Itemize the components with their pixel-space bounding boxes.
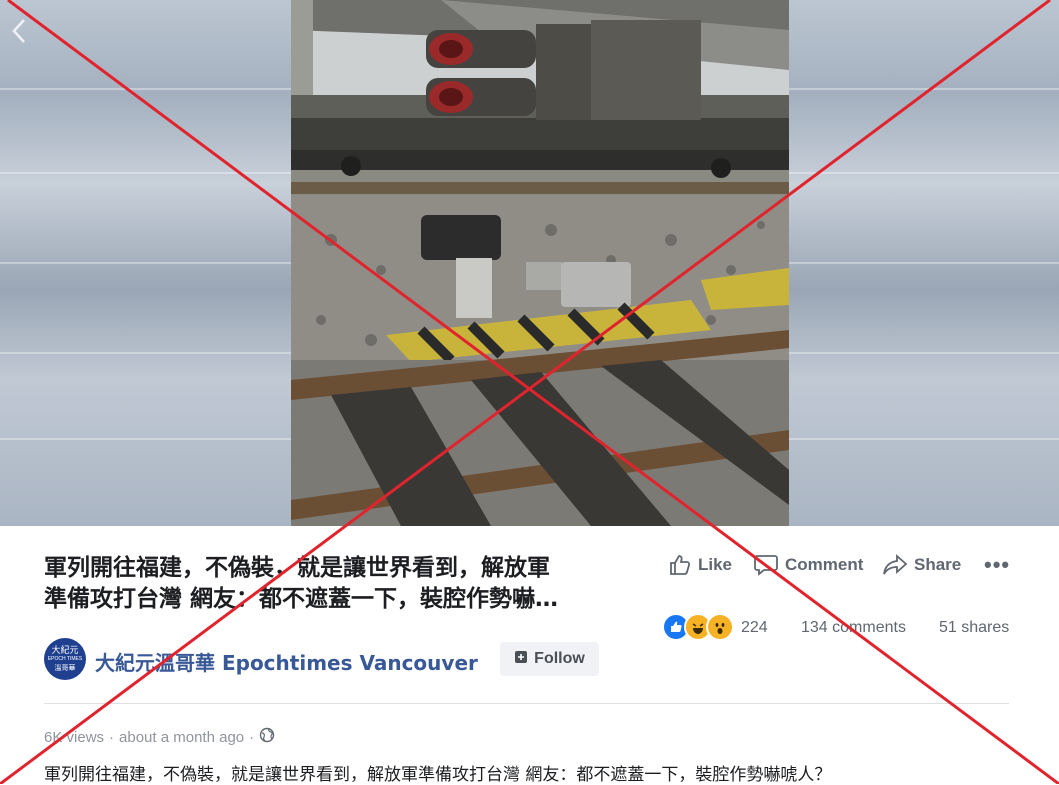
globe-icon	[259, 727, 275, 747]
meta-separator: ·	[249, 728, 255, 746]
meta-separator: ·	[109, 728, 115, 746]
like-label: Like	[698, 555, 733, 574]
avatar[interactable]: 大紀元 EPOCH TIMES 溫哥華	[44, 638, 86, 680]
page-name-link[interactable]: 大紀元溫哥華 Epochtimes Vancouver	[95, 647, 478, 676]
divider	[44, 703, 1009, 704]
speech-bubble-icon	[753, 553, 779, 577]
more-dots-icon: •••	[984, 552, 1011, 577]
video-title-line2: 準備攻打台灣 網友：都不遮蓋一下，裝腔作勢嚇…	[44, 586, 559, 612]
post-description: 軍列開往福建，不偽裝，就是讓世界看到，解放軍準備攻打台灣 網友：都不遮蓋一下，裝…	[44, 765, 832, 785]
video-title-line1: 軍列開往福建，不偽裝，就是讓世界看到，解放軍	[44, 555, 550, 581]
share-arrow-icon	[882, 553, 908, 577]
thumbs-up-icon	[668, 553, 692, 577]
comment-label: Comment	[785, 555, 864, 574]
wow-reaction-icon	[706, 613, 734, 641]
video-player[interactable]	[0, 0, 1059, 526]
avatar-text-mid: EPOCH TIMES	[47, 655, 83, 662]
follow-plus-icon	[514, 650, 528, 669]
follow-button[interactable]: Follow	[500, 642, 599, 676]
views-count: 6K views	[44, 728, 105, 746]
more-options-button[interactable]: •••	[984, 552, 1010, 578]
video-title: 軍列開往福建，不偽裝，就是讓世界看到，解放軍 準備攻打台灣 網友：都不遮蓋一下，…	[44, 553, 654, 615]
share-label: Share	[914, 555, 962, 574]
post-time[interactable]: about a month ago	[119, 729, 244, 746]
follow-label: Follow	[534, 650, 585, 667]
video-frame[interactable]	[291, 0, 789, 526]
chevron-left-icon[interactable]	[8, 16, 32, 46]
avatar-text-top: 大紀元	[51, 644, 79, 655]
like-button[interactable]: Like	[668, 552, 732, 578]
comment-button[interactable]: Comment	[753, 552, 863, 578]
shares-count[interactable]: 51 shares	[939, 619, 1009, 637]
share-button[interactable]: Share	[882, 552, 961, 578]
post-meta: 6K views · about a month ago ·	[44, 727, 275, 747]
avatar-text-bottom: 溫哥華	[54, 664, 76, 672]
comments-count[interactable]: 134 comments	[801, 619, 906, 637]
reaction-icons[interactable]	[662, 613, 734, 641]
reaction-count[interactable]: 224	[741, 619, 768, 637]
